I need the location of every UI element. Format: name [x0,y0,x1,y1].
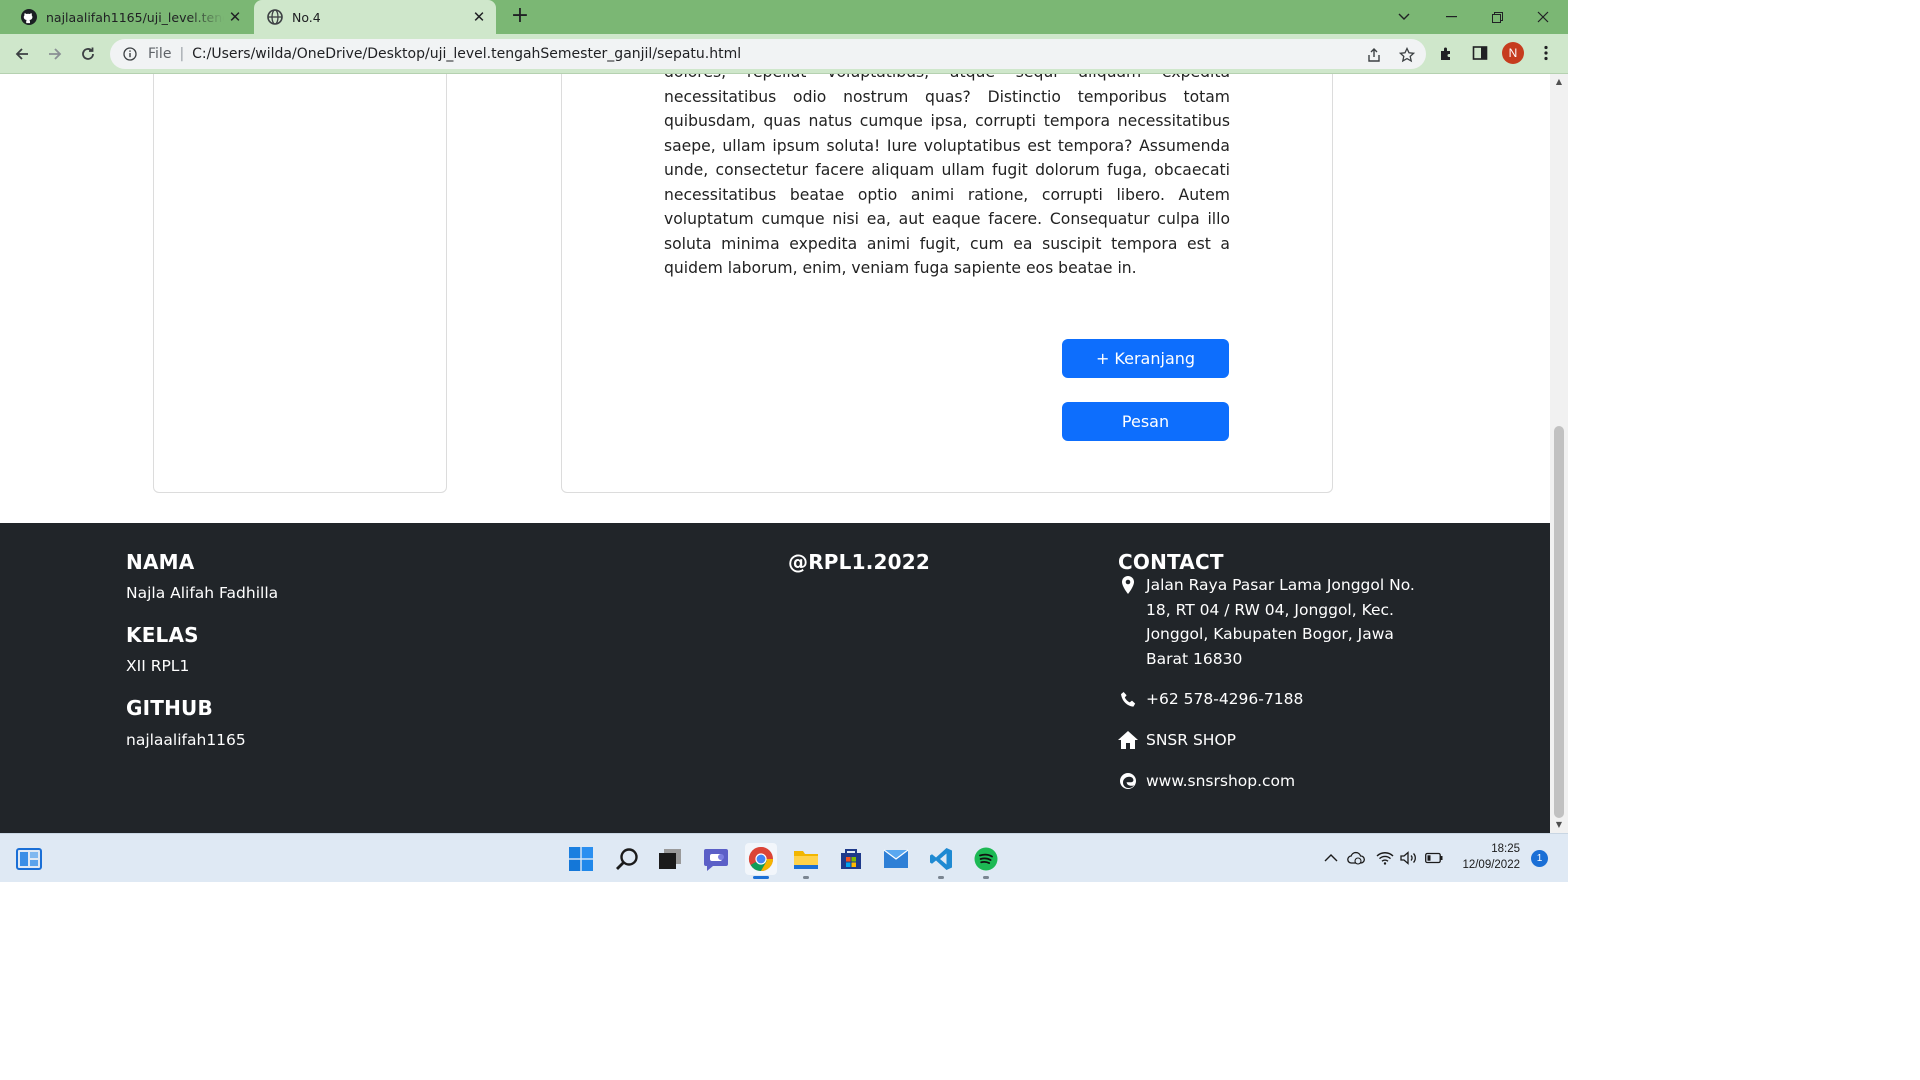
edge-browser-icon [1118,769,1138,793]
address-text: Jalan Raya Pasar Lama Jonggol No. 18, RT… [1146,576,1415,668]
spotify-icon[interactable] [970,843,1002,879]
map-pin-icon [1118,573,1138,597]
system-clock[interactable]: 18:25 12/09/2022 [1452,841,1520,873]
restore-button[interactable] [1474,0,1520,34]
home-icon [1118,728,1138,752]
more-menu-icon[interactable] [1536,43,1556,63]
profile-avatar[interactable]: N [1502,42,1524,64]
running-indicator [983,876,989,879]
vscode-icon[interactable] [925,843,957,879]
volume-icon[interactable] [1400,849,1418,867]
reload-icon[interactable] [74,40,102,68]
globe-icon [266,8,284,26]
add-to-cart-button[interactable]: + Keranjang [1062,339,1229,378]
windows-taskbar: 18:25 12/09/2022 1 [0,833,1568,882]
nama-heading: NAMA [126,550,195,574]
widgets-icon[interactable] [13,843,45,875]
kelas-value: XII RPL1 [126,657,190,675]
clock-date: 12/09/2022 [1462,859,1520,871]
browser-tabstrip: najlaalifah1165/uji_level.tengahSemester… [0,0,1568,34]
teams-chat-icon[interactable] [700,843,732,875]
share-icon[interactable] [1364,45,1384,65]
forward-arrow-icon[interactable] [41,40,69,68]
extensions-puzzle-icon[interactable] [1437,43,1457,63]
tab-search-chevron-icon[interactable] [1381,0,1427,34]
search-icon[interactable] [611,843,643,875]
tab-no4[interactable]: No.4 ✕ [254,0,496,34]
close-icon[interactable]: ✕ [224,6,246,28]
notification-badge[interactable]: 1 [1531,850,1548,867]
nama-value: Najla Alifah Fadhilla [126,584,279,602]
order-button[interactable]: Pesan [1062,402,1229,441]
clock-time: 18:25 [1491,843,1520,855]
minimize-button[interactable] [1428,0,1474,34]
tab-title: No.4 [292,9,321,25]
website-text[interactable]: www.snsrshop.com [1146,769,1295,794]
contact-shop: SNSR SHOP [1118,728,1236,753]
browser-toolbar: File | C:/Users/wilda/OneDrive/Desktop/u… [0,34,1568,74]
scheme-label: File [148,46,172,62]
mail-icon[interactable] [880,843,912,875]
contact-address: Jalan Raya Pasar Lama Jonggol No. 18, RT… [1118,573,1428,671]
page-scrollbar[interactable]: ▲ ▼ [1550,74,1568,833]
omnibox-separator: | [179,46,185,62]
file-explorer-icon[interactable] [790,843,822,879]
task-view-icon[interactable] [654,843,686,875]
windows-start-icon[interactable] [565,843,597,875]
side-panel-icon[interactable] [1470,43,1490,63]
url-text[interactable]: C:/Users/wilda/OneDrive/Desktop/uji_leve… [192,46,741,62]
github-icon [20,8,38,26]
active-indicator [753,876,769,879]
tab-github[interactable]: najlaalifah1165/uji_level.tengahSemester… [8,0,252,34]
microsoft-store-icon[interactable] [835,843,867,875]
tab-title: najlaalifah1165/uji_level.tengahSemester… [46,9,224,25]
battery-icon[interactable] [1425,849,1443,867]
bookmark-star-icon[interactable] [1397,45,1417,65]
close-window-button[interactable] [1520,0,1566,34]
github-heading: GITHUB [126,696,213,720]
scrollbar-thumb[interactable] [1554,426,1564,818]
product-image-card [153,74,447,493]
scroll-up-arrow-icon[interactable]: ▲ [1554,77,1564,87]
contact-website: www.snsrshop.com [1118,769,1295,794]
phone-icon [1118,687,1138,711]
chrome-icon[interactable] [745,843,777,879]
running-indicator [938,876,944,879]
chevron-up-icon[interactable] [1322,849,1340,867]
github-value[interactable]: najlaalifah1165 [126,731,246,749]
copyright-text: @RPL1.2022 [788,550,930,574]
kelas-heading: KELAS [126,623,199,647]
site-footer: NAMA Najla Alifah Fadhilla KELAS XII RPL… [0,523,1550,833]
running-indicator [803,876,809,879]
contact-heading: CONTACT [1118,550,1224,574]
wifi-icon[interactable] [1376,849,1394,867]
address-bar[interactable]: File | C:/Users/wilda/OneDrive/Desktop/u… [110,39,1426,69]
back-arrow-icon[interactable] [8,40,36,68]
scroll-down-arrow-icon[interactable]: ▼ [1554,820,1564,830]
product-description: dolores, repellat voluptatibus, atque se… [664,74,1230,277]
info-icon[interactable] [122,46,138,62]
page-viewport: dolores, repellat voluptatibus, atque se… [0,74,1550,833]
shop-text: SNSR SHOP [1146,731,1237,749]
new-tab-button[interactable]: + [508,5,532,29]
close-icon[interactable]: ✕ [468,6,490,28]
contact-phone: +62 578-4296-7188 [1118,687,1303,712]
phone-text: +62 578-4296-7188 [1146,690,1304,708]
onedrive-cloud-icon[interactable] [1347,849,1365,867]
